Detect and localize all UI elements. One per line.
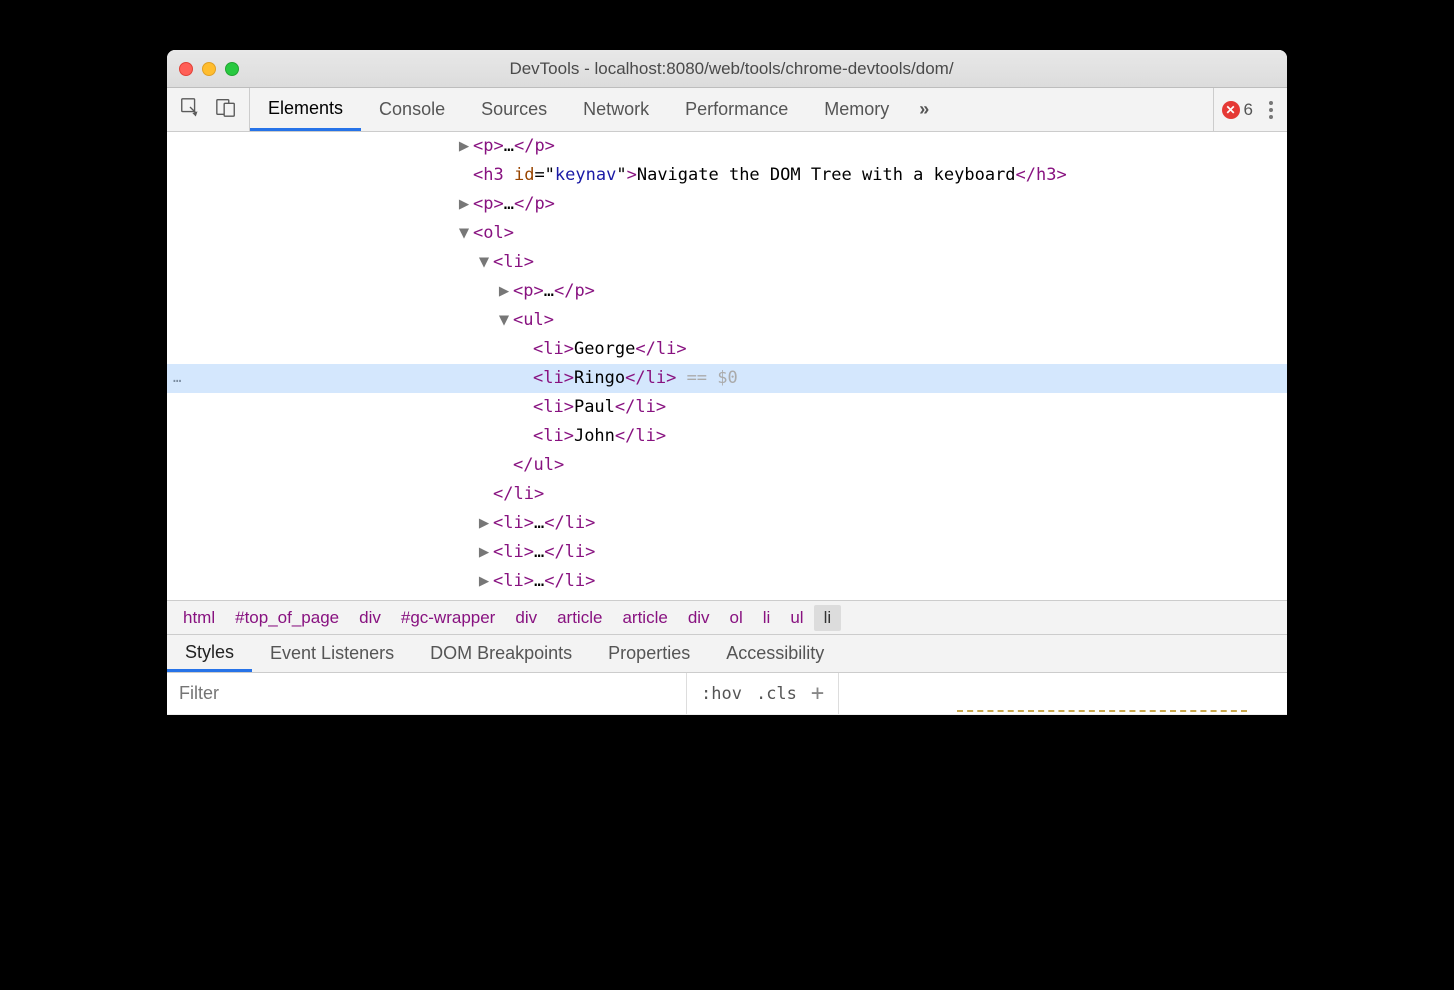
subtab-event-listeners[interactable]: Event Listeners (252, 635, 412, 672)
dom-node[interactable]: </li> (167, 480, 1287, 509)
crumb-li-selected[interactable]: li (814, 605, 842, 631)
styles-controls: :hov .cls + (687, 673, 839, 714)
dom-node[interactable]: ▶<li>…</li> (167, 509, 1287, 538)
dom-node[interactable]: ▶<li>…</li> (167, 596, 1287, 600)
crumb-ul[interactable]: ul (780, 605, 813, 631)
dom-node[interactable]: <li>John</li> (167, 422, 1287, 451)
new-style-rule-icon[interactable]: + (811, 681, 824, 706)
crumb-top-of-page[interactable]: #top_of_page (225, 605, 349, 631)
dom-node[interactable]: ▼<ul> (167, 306, 1287, 335)
error-icon: ✕ (1222, 101, 1240, 119)
toolbar-icons (167, 88, 250, 131)
tab-memory[interactable]: Memory (806, 88, 907, 131)
titlebar[interactable]: DevTools - localhost:8080/web/tools/chro… (167, 50, 1287, 88)
crumb-html[interactable]: html (173, 605, 225, 631)
window-title: DevTools - localhost:8080/web/tools/chro… (188, 59, 1275, 79)
dom-node[interactable]: ▼<ol> (167, 219, 1287, 248)
toolbar-right: ✕ 6 (1213, 88, 1287, 131)
crumb-article[interactable]: article (612, 605, 677, 631)
error-count: 6 (1244, 100, 1253, 120)
tab-elements[interactable]: Elements (250, 88, 361, 131)
subtab-properties[interactable]: Properties (590, 635, 708, 672)
dom-node[interactable]: <h3 id="keynav">Navigate the DOM Tree wi… (167, 161, 1287, 190)
dom-node[interactable]: ▼<li> (167, 248, 1287, 277)
crumb-li[interactable]: li (753, 605, 781, 631)
selected-row-marker[interactable]: … (167, 364, 297, 393)
inspect-icon[interactable] (179, 96, 201, 123)
tab-network[interactable]: Network (565, 88, 667, 131)
crumb-div[interactable]: div (678, 605, 720, 631)
dom-node[interactable]: ▶<li>…</li> (167, 538, 1287, 567)
sidebar-tabs: Styles Event Listeners DOM Breakpoints P… (167, 635, 1287, 673)
dom-node[interactable]: </ul> (167, 451, 1287, 480)
subtab-accessibility[interactable]: Accessibility (708, 635, 842, 672)
tab-console[interactable]: Console (361, 88, 463, 131)
crumb-div[interactable]: div (349, 605, 391, 631)
dom-node[interactable]: ▶<p>…</p> (167, 277, 1287, 306)
tabs-overflow[interactable]: » (907, 88, 941, 131)
box-model-preview (957, 710, 1247, 715)
crumb-gc-wrapper[interactable]: #gc-wrapper (391, 605, 506, 631)
dom-node[interactable]: ▶<li>…</li> (167, 567, 1287, 596)
tab-performance[interactable]: Performance (667, 88, 806, 131)
crumb-div[interactable]: div (505, 605, 547, 631)
styles-filter-input[interactable] (167, 673, 687, 714)
dom-node[interactable]: ▶<p>…</p> (167, 132, 1287, 161)
device-toggle-icon[interactable] (215, 96, 237, 123)
hov-toggle[interactable]: :hov (701, 684, 742, 704)
dom-node-selected[interactable]: …<li>Ringo</li> == $0 (167, 364, 1287, 393)
settings-menu-icon[interactable] (1263, 101, 1279, 119)
dom-breadcrumb[interactable]: html #top_of_page div #gc-wrapper div ar… (167, 600, 1287, 635)
subtab-dom-breakpoints[interactable]: DOM Breakpoints (412, 635, 590, 672)
cls-toggle[interactable]: .cls (756, 684, 797, 704)
crumb-ol[interactable]: ol (720, 605, 753, 631)
main-toolbar: Elements Console Sources Network Perform… (167, 88, 1287, 132)
error-count-badge[interactable]: ✕ 6 (1222, 100, 1253, 120)
dom-node[interactable]: ▶<p>…</p> (167, 190, 1287, 219)
subtab-styles[interactable]: Styles (167, 635, 252, 672)
styles-toolbar: :hov .cls + (167, 673, 1287, 715)
crumb-article[interactable]: article (547, 605, 612, 631)
devtools-window: DevTools - localhost:8080/web/tools/chro… (167, 50, 1287, 715)
dom-node[interactable]: <li>Paul</li> (167, 393, 1287, 422)
tab-sources[interactable]: Sources (463, 88, 565, 131)
panel-tabs: Elements Console Sources Network Perform… (250, 88, 1213, 131)
dom-tree-panel[interactable]: ▶<p>…</p> <h3 id="keynav">Navigate the D… (167, 132, 1287, 600)
dom-node[interactable]: <li>George</li> (167, 335, 1287, 364)
